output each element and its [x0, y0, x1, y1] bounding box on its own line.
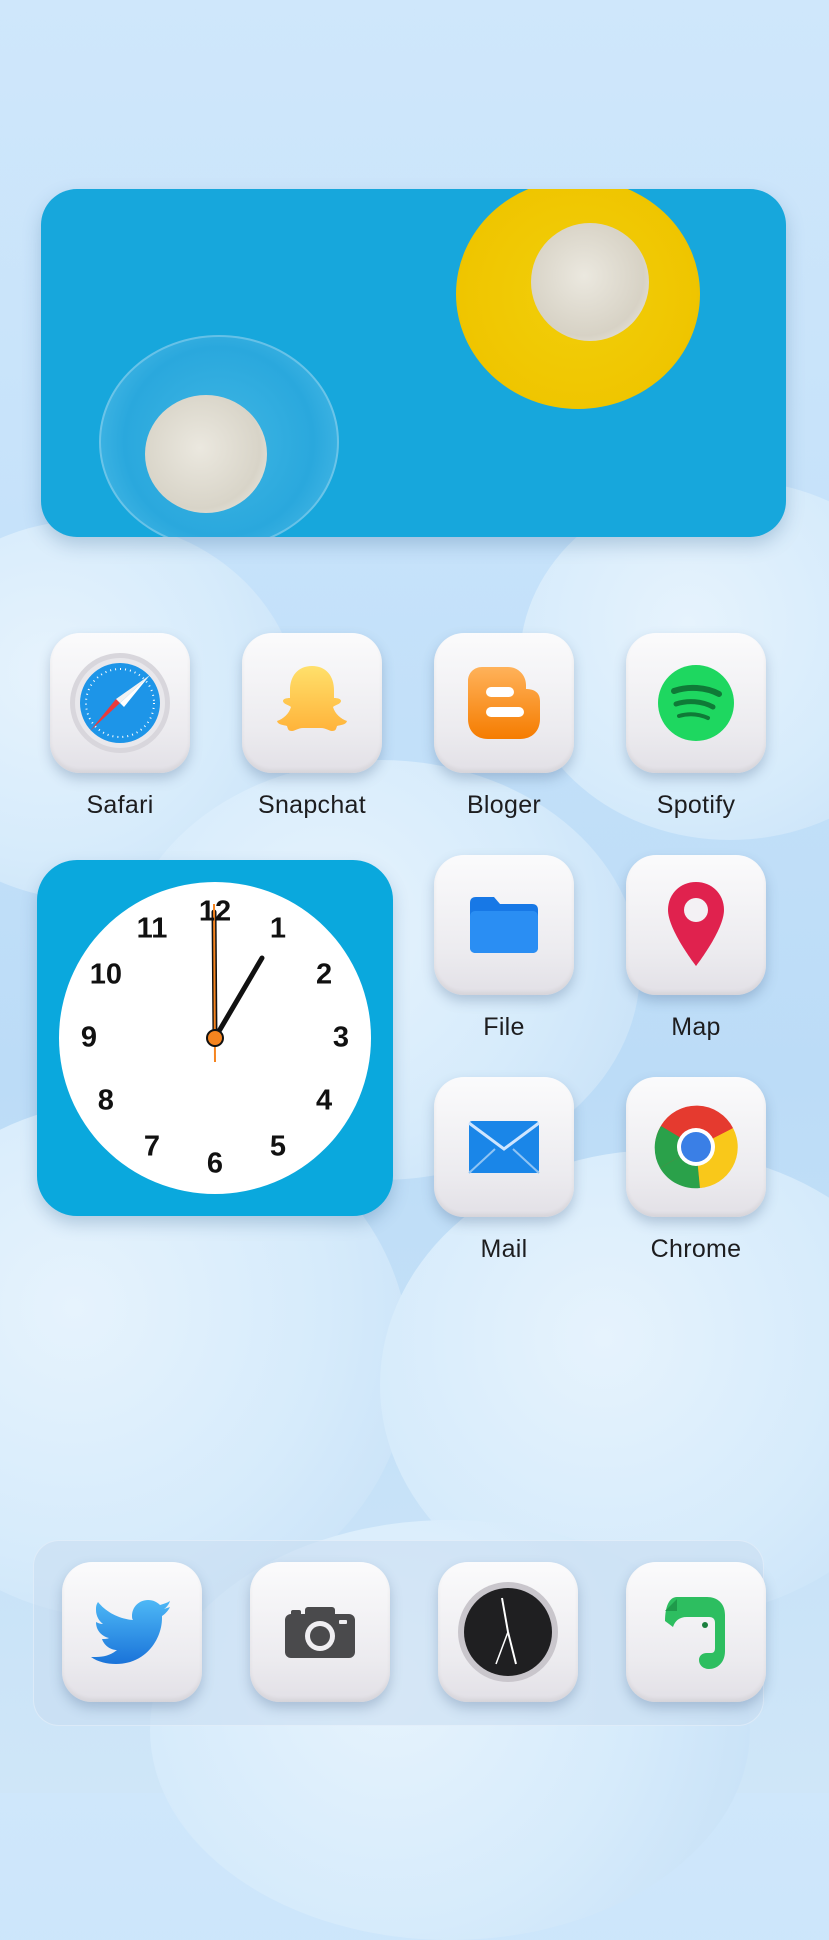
app-label: Map — [671, 1013, 721, 1041]
spotify-icon — [658, 665, 734, 741]
clock-number: 5 — [269, 1130, 287, 1163]
app-chrome[interactable]: Chrome — [626, 1077, 766, 1264]
app-bloger[interactable]: Bloger — [434, 633, 574, 820]
hour-hand — [212, 955, 265, 1041]
twitter-icon — [91, 1600, 173, 1664]
dock — [33, 1540, 766, 1726]
app-tile[interactable] — [50, 633, 190, 773]
dock-app-twitter[interactable] — [62, 1562, 202, 1702]
evernote-icon — [665, 1597, 725, 1669]
app-label: Mail — [480, 1235, 528, 1263]
app-snapchat[interactable]: Snapchat — [242, 633, 382, 820]
dock-app-camera[interactable] — [250, 1562, 390, 1702]
app-tile[interactable] — [626, 633, 766, 773]
clock-number: 11 — [136, 912, 168, 945]
dock-app-evernote[interactable] — [626, 1562, 766, 1702]
map-pin-icon — [668, 882, 724, 966]
app-tile[interactable] — [434, 855, 574, 995]
clock-number: 6 — [206, 1147, 224, 1180]
app-tile[interactable] — [626, 1077, 766, 1217]
clock-face: 12 1 2 3 4 5 6 7 8 9 10 11 — [59, 882, 371, 1194]
app-label: Chrome — [650, 1235, 742, 1263]
clock-number: 2 — [316, 958, 333, 991]
clock-number: 8 — [97, 1084, 114, 1117]
app-spotify[interactable]: Spotify — [626, 633, 766, 820]
app-tile[interactable] — [434, 1077, 574, 1217]
blue-cup-image — [145, 395, 267, 513]
blogger-icon — [468, 667, 540, 739]
clock-number: 4 — [316, 1084, 333, 1117]
clock-number: 10 — [89, 958, 123, 991]
clock-icon — [458, 1582, 558, 1682]
app-mail[interactable]: Mail — [434, 1077, 574, 1264]
chrome-icon — [654, 1105, 738, 1189]
app-tile[interactable] — [242, 633, 382, 773]
snapchat-icon — [277, 666, 347, 731]
clock-widget[interactable]: 12 1 2 3 4 5 6 7 8 9 10 11 — [37, 860, 393, 1216]
photo-widget[interactable] — [41, 189, 786, 537]
app-file[interactable]: File — [434, 855, 574, 1042]
app-safari[interactable]: Safari — [50, 633, 190, 820]
app-label: Snapchat — [257, 791, 367, 819]
app-label: Spotify — [656, 791, 736, 819]
app-tile[interactable] — [626, 855, 766, 995]
app-label: File — [483, 1013, 525, 1041]
app-label: Bloger — [466, 791, 542, 819]
clock-number: 12 — [198, 895, 232, 928]
clock-number: 9 — [80, 1021, 98, 1054]
folder-icon — [470, 897, 538, 953]
camera-icon — [285, 1607, 355, 1658]
clock-center-dot — [206, 1029, 224, 1047]
app-label: Safari — [86, 791, 154, 819]
clock-number: 3 — [332, 1021, 350, 1054]
safari-icon — [70, 653, 170, 753]
yellow-cup-image — [531, 223, 649, 341]
app-map[interactable]: Map — [626, 855, 766, 1042]
app-tile[interactable] — [434, 633, 574, 773]
clock-number: 1 — [269, 912, 287, 945]
clock-number: 7 — [143, 1130, 161, 1163]
mail-icon — [468, 1121, 540, 1174]
dock-app-clock[interactable] — [438, 1562, 578, 1702]
